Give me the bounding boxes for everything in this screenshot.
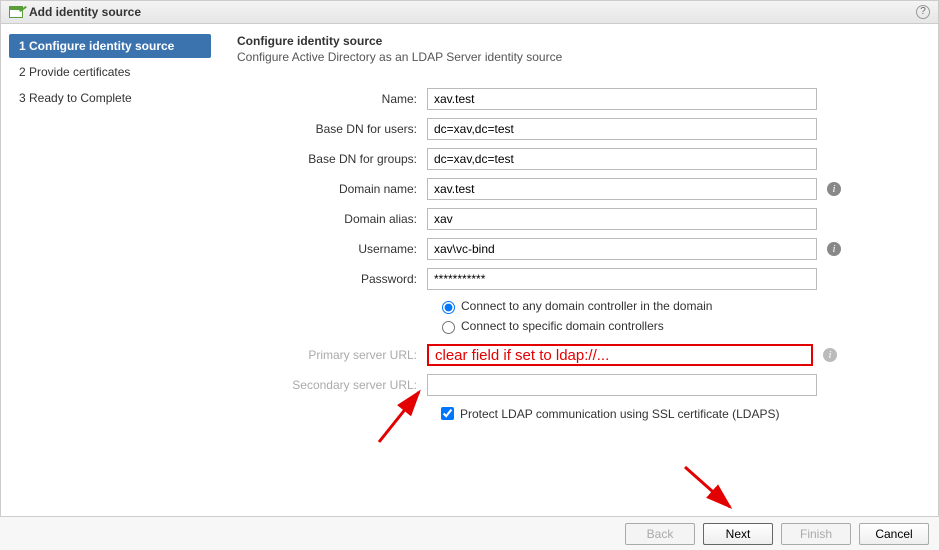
basedn-users-label: Base DN for users:	[237, 122, 427, 136]
domain-alias-label: Domain alias:	[237, 212, 427, 226]
username-label: Username:	[237, 242, 427, 256]
name-input[interactable]	[427, 88, 817, 110]
radio-any-label: Connect to any domain controller in the …	[461, 299, 712, 313]
domain-name-label: Domain name:	[237, 182, 427, 196]
next-button[interactable]: Next	[703, 523, 773, 545]
info-icon[interactable]: i	[827, 182, 841, 196]
main-panel: Configure identity source Configure Acti…	[219, 24, 938, 512]
finish-button: Finish	[781, 523, 851, 545]
window-title: Add identity source	[29, 5, 141, 19]
secondary-url-input[interactable]	[427, 374, 817, 396]
footer: Back Next Finish Cancel	[0, 516, 939, 550]
page-subtitle: Configure Active Directory as an LDAP Se…	[237, 50, 920, 64]
password-label: Password:	[237, 272, 427, 286]
radio-any-domain-controller[interactable]	[442, 301, 455, 314]
help-icon[interactable]: ?	[916, 5, 930, 19]
username-input[interactable]	[427, 238, 817, 260]
radio-specific-label: Connect to specific domain controllers	[461, 319, 664, 333]
primary-url-input[interactable]	[427, 344, 813, 366]
radio-specific-domain-controllers[interactable]	[442, 321, 455, 334]
step-provide-certificates[interactable]: 2 Provide certificates	[9, 60, 211, 84]
info-icon[interactable]: i	[823, 348, 837, 362]
basedn-groups-input[interactable]	[427, 148, 817, 170]
domain-alias-input[interactable]	[427, 208, 817, 230]
cancel-button[interactable]: Cancel	[859, 523, 929, 545]
name-label: Name:	[237, 92, 427, 106]
basedn-groups-label: Base DN for groups:	[237, 152, 427, 166]
ldaps-checkbox[interactable]	[441, 407, 454, 420]
page-title: Configure identity source	[237, 34, 920, 48]
ldaps-checkbox-label: Protect LDAP communication using SSL cer…	[460, 407, 779, 421]
basedn-users-input[interactable]	[427, 118, 817, 140]
password-input[interactable]	[427, 268, 817, 290]
back-button: Back	[625, 523, 695, 545]
info-icon[interactable]: i	[827, 242, 841, 256]
wizard-steps: 1 Configure identity source 2 Provide ce…	[1, 24, 219, 512]
domain-name-input[interactable]	[427, 178, 817, 200]
secondary-url-label: Secondary server URL:	[237, 378, 427, 392]
step-ready-to-complete[interactable]: 3 Ready to Complete	[9, 86, 211, 110]
window-icon	[9, 6, 23, 18]
primary-url-label: Primary server URL:	[237, 348, 427, 362]
step-configure-identity-source[interactable]: 1 Configure identity source	[9, 34, 211, 58]
